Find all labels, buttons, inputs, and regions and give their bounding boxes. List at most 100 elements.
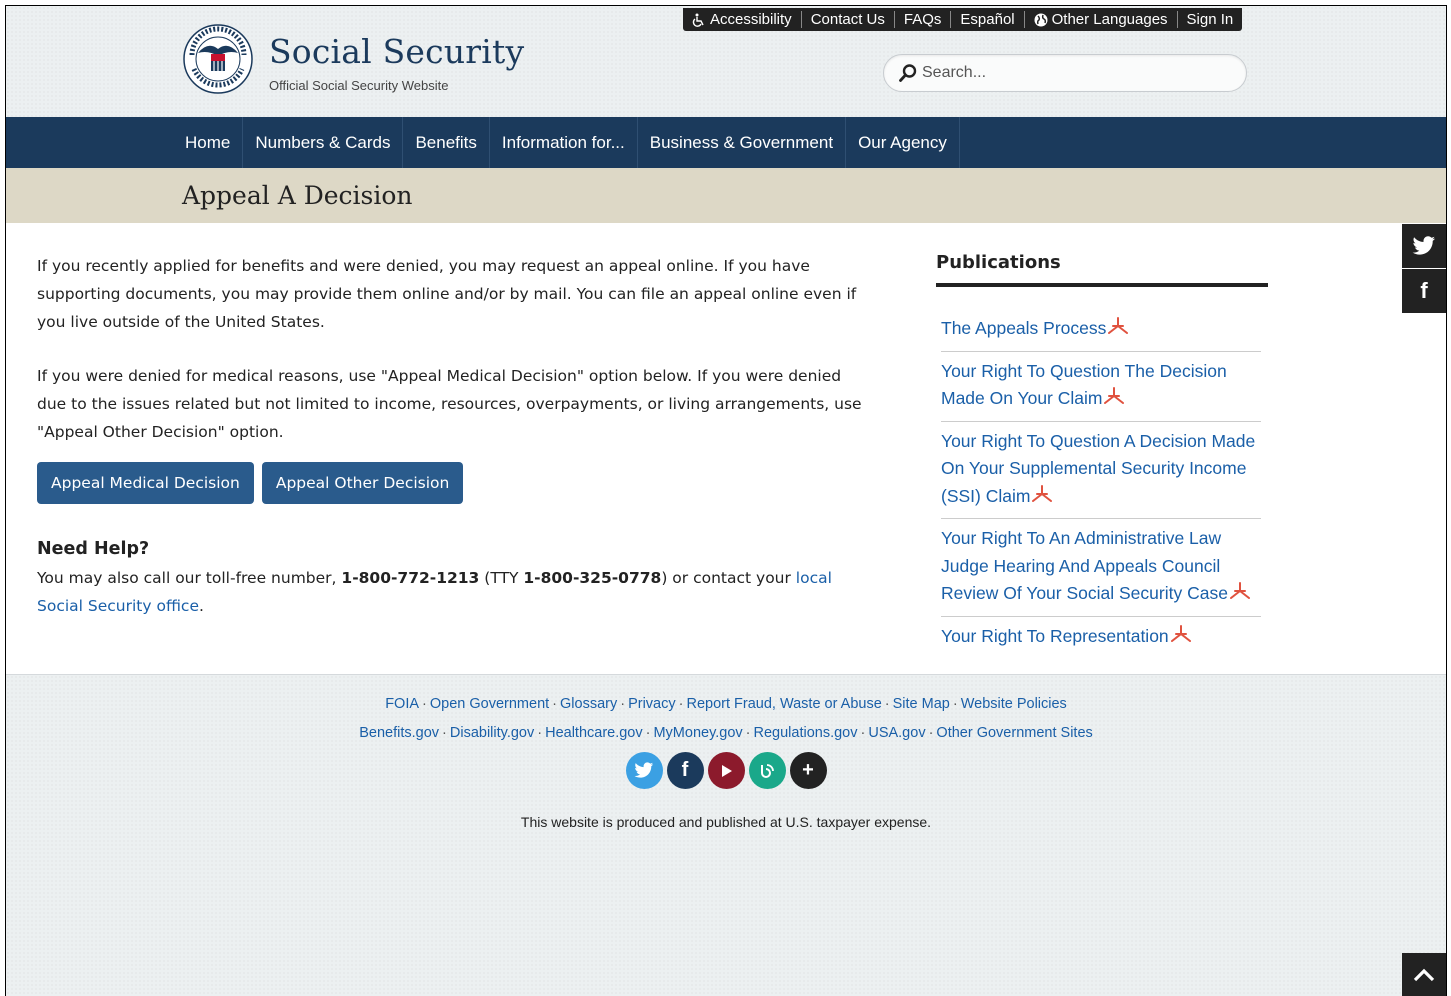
accessibility-icon xyxy=(692,13,704,27)
pdf-icon xyxy=(1032,484,1053,502)
footer-link-foia[interactable]: FOIA xyxy=(385,696,419,712)
separator: · xyxy=(860,725,866,741)
publication-item[interactable]: Your Right To Representation xyxy=(941,617,1261,659)
footer-link-website-policies[interactable]: Website Policies xyxy=(961,696,1067,712)
footer-link-report-fraud[interactable]: Report Fraud, Waste or Abuse xyxy=(686,696,881,712)
ssa-seal-logo[interactable] xyxy=(182,23,254,95)
separator: · xyxy=(620,696,626,712)
page-title-band: Appeal A Decision xyxy=(6,168,1446,223)
search-input[interactable] xyxy=(920,63,1224,83)
site-footer: FOIA · Open Government · Glossary · Privacy · Re… xyxy=(6,674,1446,996)
footer-links-row1: FOIA · Open Government · Glossary · Privacy · Re… xyxy=(6,694,1446,714)
globe-icon xyxy=(1034,13,1048,26)
page-frame: Social Security Official Social Security… xyxy=(5,5,1447,996)
separator: · xyxy=(552,696,558,712)
intro-paragraph: If you recently applied for benefits and… xyxy=(37,257,857,331)
faqs-link[interactable]: FAQs xyxy=(895,11,952,28)
footer-social-icons: f + xyxy=(6,752,1446,789)
separator: · xyxy=(537,725,543,741)
footer-link-site-map[interactable]: Site Map xyxy=(893,696,950,712)
pdf-icon xyxy=(1170,624,1191,642)
separator: · xyxy=(952,696,958,712)
accessibility-link[interactable]: Accessibility xyxy=(683,11,802,28)
toll-free-number: 1-800-772-1213 xyxy=(341,569,480,587)
back-to-top-button[interactable] xyxy=(1402,953,1446,996)
footer-link-healthcare-gov[interactable]: Healthcare.gov xyxy=(545,725,643,741)
help-period: . xyxy=(199,597,204,615)
twitter-icon[interactable] xyxy=(625,752,663,789)
publication-link[interactable]: Your Right To An Administrative Law Judg… xyxy=(941,528,1228,603)
need-help-heading: Need Help? xyxy=(37,539,150,559)
separator: · xyxy=(645,725,651,741)
sign-in-link[interactable]: Sign In xyxy=(1178,11,1243,28)
nav-item-information-for[interactable]: Information for... xyxy=(490,117,638,168)
publication-link[interactable]: Your Right To Representation xyxy=(941,626,1169,646)
contact-us-link[interactable]: Contact Us xyxy=(802,11,895,28)
footer-link-mymoney-gov[interactable]: MyMoney.gov xyxy=(653,725,742,741)
facebook-share-button[interactable]: f xyxy=(1402,269,1446,313)
facebook-icon[interactable]: f xyxy=(666,752,704,789)
footer-link-other-gov-sites[interactable]: Other Government Sites xyxy=(936,725,1092,741)
utility-bar: Accessibility Contact Us FAQs Español Ot… xyxy=(683,8,1243,31)
publication-link[interactable]: Your Right To Question The Decision Made… xyxy=(941,361,1227,409)
pdf-icon xyxy=(1104,387,1125,404)
nav-item-numbers-cards[interactable]: Numbers & Cards xyxy=(243,117,404,168)
appeal-buttons: Appeal Medical Decision Appeal Other Dec… xyxy=(37,462,867,504)
help-prefix: You may also call our toll-free number, xyxy=(37,569,342,587)
pdf-icon xyxy=(1229,582,1250,599)
accessibility-label: Accessibility xyxy=(710,11,792,28)
tty-number: 1-800-325-0778 xyxy=(523,569,662,587)
twitter-icon xyxy=(1412,236,1435,255)
publication-link[interactable]: The Appeals Process xyxy=(941,318,1106,338)
need-help-text: You may also call our toll-free number, … xyxy=(37,564,867,620)
appeal-other-decision-button[interactable]: Appeal Other Decision xyxy=(261,462,464,504)
blog-icon[interactable] xyxy=(748,752,786,789)
separator: · xyxy=(745,725,751,741)
tty-suffix: ) or contact your xyxy=(661,569,796,587)
main-nav: Home Numbers & Cards Benefits Informatio… xyxy=(6,117,1446,168)
footer-link-usa-gov[interactable]: USA.gov xyxy=(868,725,925,741)
footer-link-benefits-gov[interactable]: Benefits.gov xyxy=(359,725,439,741)
nav-item-benefits[interactable]: Benefits xyxy=(403,117,490,168)
publication-item[interactable]: The Appeals Process xyxy=(941,315,1261,352)
footer-link-glossary[interactable]: Glossary xyxy=(560,696,617,712)
separator: · xyxy=(678,696,684,712)
separator: · xyxy=(928,725,934,741)
other-languages-link[interactable]: Other Languages xyxy=(1025,11,1178,28)
publications-panel: Publications The Appeals Process Your Ri… xyxy=(936,252,1268,658)
appeal-medical-decision-button[interactable]: Appeal Medical Decision xyxy=(37,462,254,504)
publications-heading: Publications xyxy=(936,252,1268,287)
espanol-link[interactable]: Español xyxy=(951,11,1025,28)
tty-prefix: (TTY xyxy=(479,569,524,587)
nav-item-home[interactable]: Home xyxy=(173,117,244,168)
pdf-icon xyxy=(1108,317,1129,334)
side-social-bar: f xyxy=(1402,224,1446,314)
footer-links-row2: Benefits.gov · Disability.gov · Healthcare.g… xyxy=(6,723,1446,743)
search-icon[interactable] xyxy=(898,63,918,83)
search-box[interactable] xyxy=(883,54,1247,92)
brand-subtitle: Official Social Security Website xyxy=(269,78,449,93)
other-languages-label: Other Languages xyxy=(1051,11,1168,28)
more-sharing-icon[interactable]: + xyxy=(789,752,827,789)
publication-item[interactable]: Your Right To An Administrative Law Judg… xyxy=(941,519,1261,617)
footer-link-open-government[interactable]: Open Government xyxy=(430,696,549,712)
footer-link-disability-gov[interactable]: Disability.gov xyxy=(450,725,534,741)
footer-link-privacy[interactable]: Privacy xyxy=(628,696,676,712)
youtube-icon[interactable] xyxy=(707,752,745,789)
nav-item-business-government[interactable]: Business & Government xyxy=(638,117,847,168)
publication-link[interactable]: Your Right To Question A Decision Made O… xyxy=(941,431,1255,506)
chevron-up-icon xyxy=(1413,968,1435,981)
separator: · xyxy=(422,696,427,712)
twitter-share-button[interactable] xyxy=(1402,224,1446,268)
separator: · xyxy=(884,696,890,712)
nav-item-our-agency[interactable]: Our Agency xyxy=(846,117,960,168)
publication-item[interactable]: Your Right To Question A Decision Made O… xyxy=(941,422,1261,519)
site-header: Social Security Official Social Security… xyxy=(6,6,1446,117)
main-content: If you recently applied for benefits and… xyxy=(37,252,867,620)
brand-title[interactable]: Social Security xyxy=(269,32,524,71)
instructions-paragraph: If you were denied for medical reasons, … xyxy=(37,367,862,441)
page-title: Appeal A Decision xyxy=(182,181,413,210)
publication-item[interactable]: Your Right To Question The Decision Made… xyxy=(941,352,1261,422)
footer-link-regulations-gov[interactable]: Regulations.gov xyxy=(754,725,858,741)
publications-list: The Appeals Process Your Right To Questi… xyxy=(941,315,1261,658)
